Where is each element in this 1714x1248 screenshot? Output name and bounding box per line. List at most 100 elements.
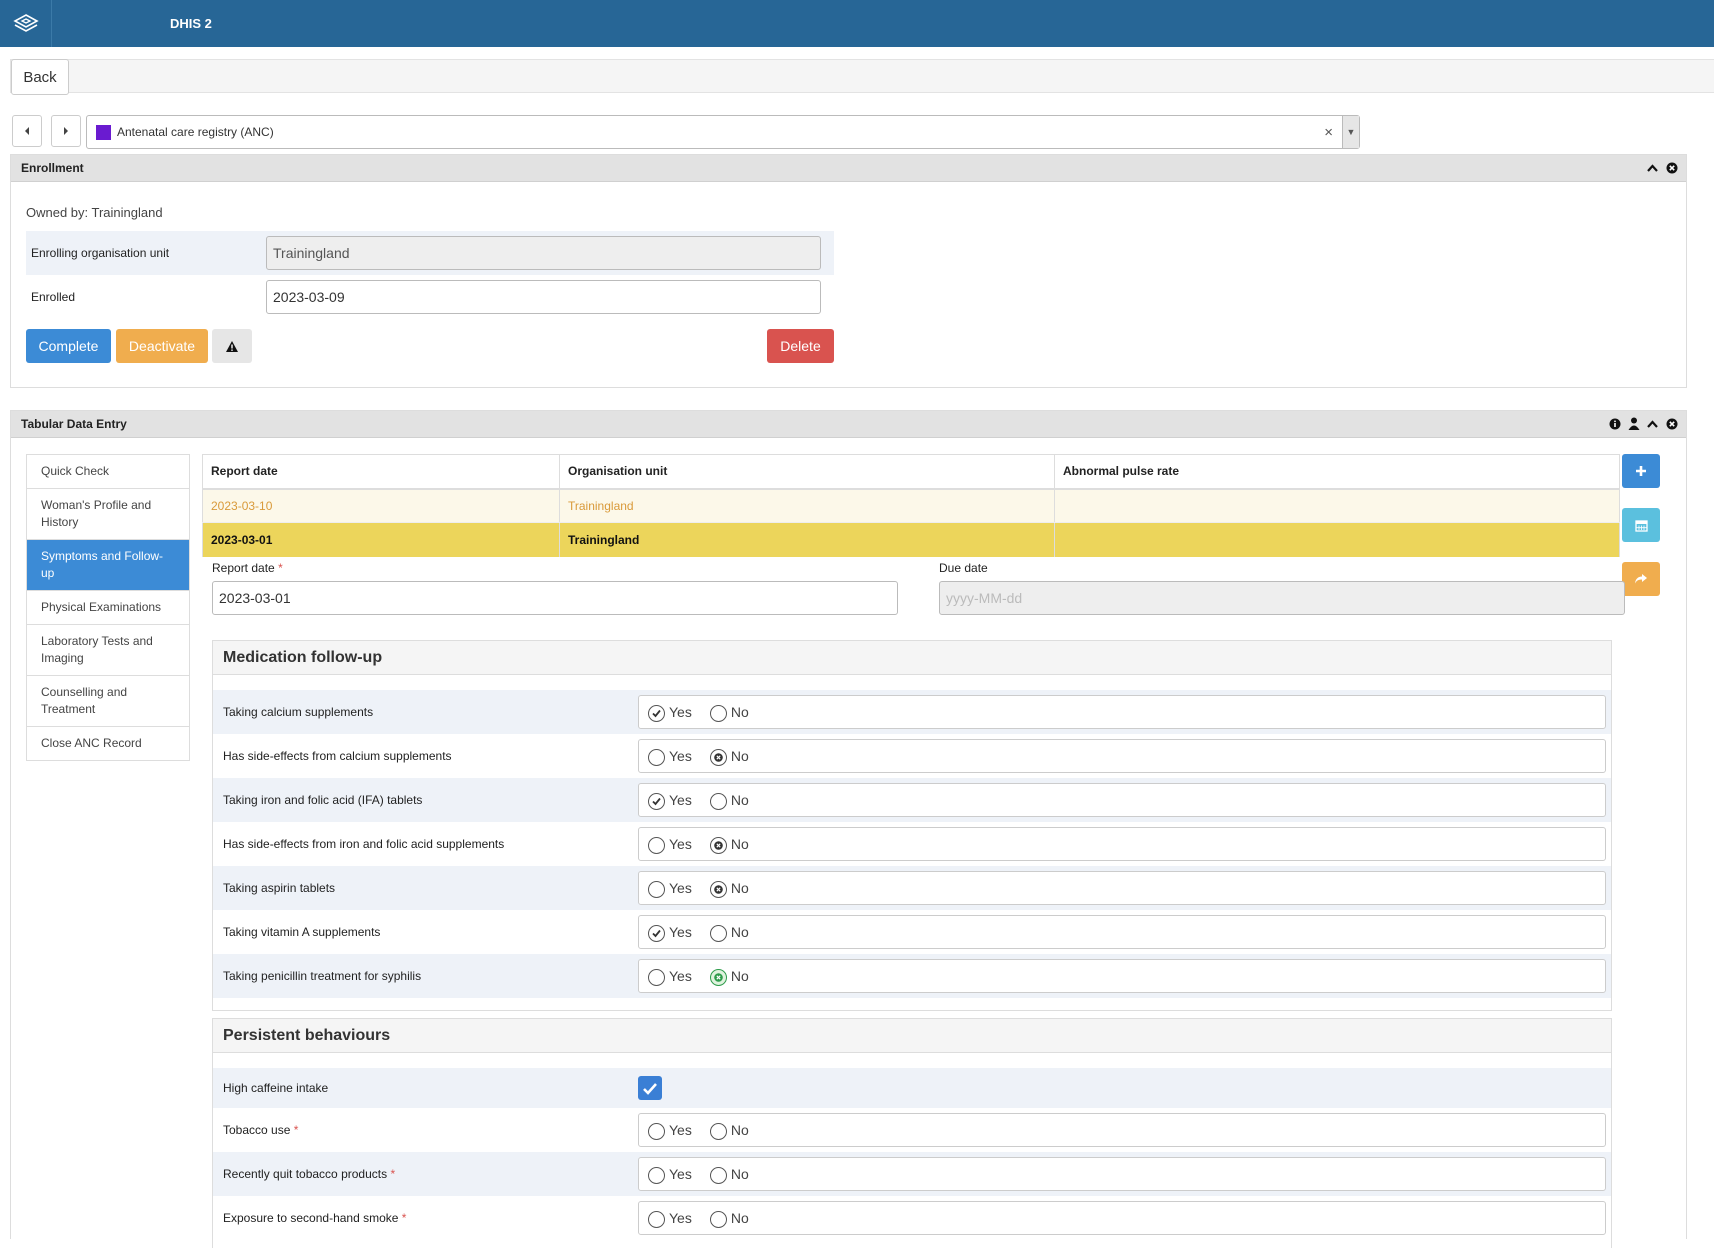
- question-row: Exposure to second-hand smoke * Yes No: [213, 1196, 1611, 1240]
- no-radio[interactable]: No: [709, 791, 749, 810]
- stage-item-quick-check[interactable]: Quick Check: [27, 455, 189, 489]
- yes-radio[interactable]: Yes: [648, 791, 692, 810]
- stage-item-womans-profile[interactable]: Woman's Profile and History: [27, 489, 189, 540]
- report-date-input[interactable]: 2023-03-01: [212, 581, 898, 615]
- yes-radio[interactable]: Yes: [648, 835, 692, 854]
- column-header-abnormal-pulse[interactable]: Abnormal pulse rate: [1054, 454, 1620, 490]
- radio-circle-icon: [648, 1166, 665, 1184]
- enrolled-date-input[interactable]: 2023-03-09: [266, 280, 821, 314]
- dhis2-logo-icon[interactable]: [0, 0, 52, 47]
- collapse-icon[interactable]: [1646, 161, 1659, 174]
- yes-radio[interactable]: Yes: [648, 923, 692, 942]
- info-icon[interactable]: [1608, 417, 1621, 430]
- stage-item-close-anc-record[interactable]: Close ANC Record: [27, 727, 189, 760]
- stage-item-physical-examinations[interactable]: Physical Examinations: [27, 591, 189, 625]
- radio-circle-icon: [648, 792, 665, 810]
- radio-circle-icon: [709, 924, 727, 942]
- radio-circle-icon: [709, 1166, 727, 1184]
- report-date-label: Report date *: [212, 561, 283, 575]
- yes-radio[interactable]: Yes: [648, 1209, 692, 1228]
- yes-no-field: Yes No: [638, 827, 1606, 861]
- no-radio[interactable]: No: [709, 967, 749, 986]
- table-row[interactable]: 2023-03-10 Trainingland: [202, 488, 1620, 523]
- clear-program-icon[interactable]: ×: [1324, 124, 1333, 141]
- no-radio[interactable]: No: [709, 879, 749, 898]
- yes-radio[interactable]: Yes: [648, 1121, 692, 1140]
- next-program-button[interactable]: [51, 115, 81, 147]
- event-action-buttons: [1622, 454, 1660, 616]
- due-date-input: yyyy-MM-dd: [939, 581, 1625, 615]
- question-label: Recently quit tobacco products *: [223, 1167, 396, 1181]
- radio-circle-icon: [648, 924, 665, 942]
- yes-radio[interactable]: Yes: [648, 747, 692, 766]
- no-radio[interactable]: No: [709, 703, 749, 722]
- program-name: Antenatal care registry (ANC): [117, 125, 274, 139]
- radio-circle-icon: [709, 880, 727, 898]
- question-label: Taking penicillin treatment for syphilis: [223, 969, 422, 983]
- no-radio[interactable]: No: [709, 1121, 749, 1140]
- radio-circle-icon: [648, 880, 665, 898]
- no-radio[interactable]: No: [709, 923, 749, 942]
- no-radio[interactable]: No: [709, 1209, 749, 1228]
- close-icon[interactable]: [1665, 161, 1678, 174]
- caffeine-checkbox[interactable]: [638, 1076, 662, 1100]
- yes-no-field: Yes No: [638, 739, 1606, 773]
- enrolling-org-unit-row: Enrolling organisation unit Trainingland: [26, 231, 834, 275]
- top-bar: DHIS 2: [0, 0, 1714, 47]
- stage-item-symptoms-follow-up[interactable]: Symptoms and Follow-up: [27, 540, 189, 591]
- previous-program-button[interactable]: [12, 115, 42, 147]
- dropdown-arrow-icon[interactable]: ▼: [1342, 116, 1359, 148]
- question-label: Taking calcium supplements: [223, 705, 374, 719]
- back-toolbar: Back: [10, 59, 1714, 95]
- radio-circle-icon: [709, 792, 727, 810]
- schedule-event-button[interactable]: [1622, 508, 1660, 542]
- yes-no-field: Yes No: [638, 695, 1606, 729]
- column-header-report-date[interactable]: Report date: [202, 454, 560, 490]
- no-radio[interactable]: No: [709, 747, 749, 766]
- question-row: Taking vitamin A supplements Yes No: [213, 910, 1611, 954]
- deactivate-button[interactable]: Deactivate: [116, 329, 208, 363]
- yes-radio[interactable]: Yes: [648, 1165, 692, 1184]
- referral-button[interactable]: [1622, 562, 1660, 596]
- yes-radio[interactable]: Yes: [648, 703, 692, 722]
- user-icon[interactable]: [1627, 417, 1640, 430]
- share-icon: [1635, 574, 1647, 584]
- program-select[interactable]: Antenatal care registry (ANC) × ▼: [86, 115, 1360, 149]
- stage-navigation: Quick Check Woman's Profile and History …: [26, 454, 190, 761]
- radio-circle-icon: [648, 1210, 665, 1228]
- column-header-org-unit[interactable]: Organisation unit: [559, 454, 1055, 490]
- stage-item-laboratory-tests[interactable]: Laboratory Tests and Imaging: [27, 625, 189, 676]
- question-row-caffeine: High caffeine intake: [213, 1068, 1611, 1108]
- no-radio[interactable]: No: [709, 835, 749, 854]
- complete-button[interactable]: Complete: [26, 329, 111, 363]
- no-radio[interactable]: No: [709, 1165, 749, 1184]
- back-button[interactable]: Back: [11, 59, 69, 95]
- close-icon[interactable]: [1665, 417, 1678, 430]
- add-event-button[interactable]: [1622, 454, 1660, 488]
- events-table: Report date Organisation unit Abnormal p…: [202, 454, 1620, 557]
- required-mark: *: [390, 1167, 396, 1181]
- required-mark: *: [293, 1123, 299, 1137]
- yes-no-field: Yes No: [638, 783, 1606, 817]
- tde-title: Tabular Data Entry: [21, 417, 127, 431]
- radio-circle-icon: [648, 748, 665, 766]
- tde-header: Tabular Data Entry: [11, 411, 1686, 438]
- warning-icon: [226, 340, 238, 352]
- calendar-icon: [1634, 519, 1648, 532]
- warning-button[interactable]: [212, 329, 252, 363]
- required-mark: *: [401, 1211, 407, 1225]
- question-row: Tobacco use * Yes No: [213, 1108, 1611, 1152]
- section-title: Medication follow-up: [213, 641, 1611, 675]
- table-row-selected[interactable]: 2023-03-01 Trainingland: [202, 522, 1620, 557]
- collapse-icon[interactable]: [1646, 417, 1659, 430]
- question-label: Exposure to second-hand smoke *: [223, 1211, 407, 1225]
- enrolling-org-unit-label: Enrolling organisation unit: [31, 246, 170, 260]
- delete-button[interactable]: Delete: [767, 329, 834, 363]
- radio-circle-icon: [709, 968, 727, 986]
- enrolling-org-unit-field: Trainingland: [266, 236, 821, 270]
- radio-circle-icon: [709, 1122, 727, 1140]
- yes-radio[interactable]: Yes: [648, 879, 692, 898]
- tabular-data-entry-panel: Tabular Data Entry Quick Check Woman's P…: [10, 410, 1687, 1248]
- stage-item-counselling-treatment[interactable]: Counselling and Treatment: [27, 676, 189, 727]
- yes-radio[interactable]: Yes: [648, 967, 692, 986]
